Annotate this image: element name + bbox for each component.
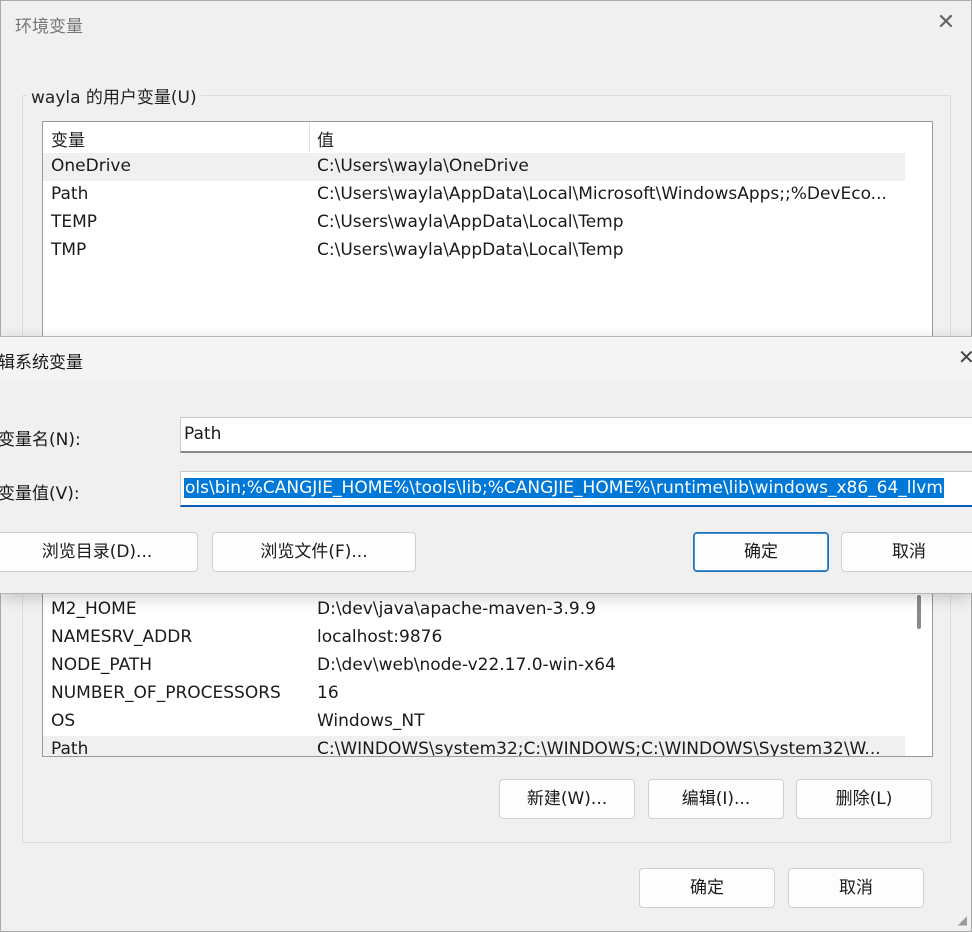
system-group-border-bottom	[22, 842, 951, 843]
browse-directory-button[interactable]: 浏览目录(D)...	[0, 532, 198, 572]
table-row[interactable]: Path C:\WINDOWS\system32;C:\WINDOWS;C:\WI…	[43, 736, 905, 757]
variable-name-cell: Path	[51, 739, 89, 757]
variable-value-cell: C:\Users\wayla\AppData\Local\Temp	[317, 240, 624, 260]
column-header-value[interactable]: 值	[317, 126, 334, 151]
variable-value-cell: C:\Users\wayla\OneDrive	[317, 156, 529, 176]
variable-name-cell: Path	[51, 184, 89, 204]
table-row[interactable]: OneDrive C:\Users\wayla\OneDrive	[43, 153, 905, 181]
variable-name-cell: NAMESRV_ADDR	[51, 627, 193, 647]
table-row[interactable]: TEMP C:\Users\wayla\AppData\Local\Temp	[43, 209, 905, 237]
variable-value-cell: C:\Users\wayla\AppData\Local\Temp	[317, 212, 624, 232]
variable-name-field[interactable]: Path	[180, 417, 972, 453]
close-icon[interactable]: ✕	[931, 9, 961, 39]
table-row[interactable]: TMP C:\Users\wayla\AppData\Local\Temp	[43, 237, 905, 265]
table-row[interactable]: M2_HOME D:\dev\java\apache-maven-3.9.9	[43, 596, 905, 624]
user-vars-list[interactable]: 变量 值 OneDrive C:\Users\wayla\OneDrive Path…	[42, 121, 933, 351]
variable-value-cell: C:\Users\wayla\AppData\Local\Microsoft\W…	[317, 184, 887, 204]
delete-button[interactable]: 删除(L)	[796, 779, 932, 819]
variable-name-cell: TMP	[51, 240, 87, 260]
system-vars-list[interactable]: M2_HOME D:\dev\java\apache-maven-3.9.9 NAM…	[42, 591, 933, 757]
variable-value-cell: Windows_NT	[317, 711, 425, 731]
variable-name-cell: NODE_PATH	[51, 655, 153, 675]
system-group-border-right	[950, 595, 951, 843]
variable-value-label: 变量值(V):	[0, 484, 80, 504]
variable-value-cell: D:\dev\java\apache-maven-3.9.9	[317, 599, 596, 619]
new-button[interactable]: 新建(W)...	[499, 779, 635, 819]
variable-name-cell: OS	[51, 711, 76, 731]
edit-system-variable-dialog: 辑系统变量 ✕ 变量名(N): Path 变量值(V): ols\bin;%CA…	[0, 336, 972, 594]
table-row[interactable]: OS Windows_NT	[43, 708, 905, 736]
table-row[interactable]: NUMBER_OF_PROCESSORS 16	[43, 680, 905, 708]
variable-name-cell: NUMBER_OF_PROCESSORS	[51, 683, 281, 703]
variable-name-cell: M2_HOME	[51, 599, 137, 619]
dialog-title: 辑系统变量	[0, 353, 83, 373]
dialog-ok-button[interactable]: 确定	[693, 532, 829, 572]
dialog-cancel-button[interactable]: 取消	[841, 532, 972, 572]
variable-value-selected-text: ols\bin;%CANGJIE_HOME%\tools\lib;%CANGJI…	[184, 478, 944, 498]
scrollbar-thumb[interactable]	[917, 595, 921, 629]
table-row[interactable]: Path C:\Users\wayla\AppData\Local\Microso…	[43, 181, 905, 209]
dialog-titlebar[interactable]: 辑系统变量 ✕	[0, 337, 972, 381]
variable-value-cell: C:\WINDOWS\system32;C:\WINDOWS;C:\WINDOW…	[317, 739, 881, 757]
table-row[interactable]: NAMESRV_ADDR localhost:9876	[43, 624, 905, 652]
main-cancel-button[interactable]: 取消	[788, 868, 924, 908]
system-vars-scrollbar[interactable]	[907, 591, 932, 756]
main-ok-button[interactable]: 确定	[639, 868, 775, 908]
variable-name-label: 变量名(N):	[0, 430, 81, 450]
column-divider[interactable]	[309, 122, 310, 152]
resize-grip-icon[interactable]: ◢	[958, 913, 967, 927]
variable-value-cell: 16	[317, 683, 339, 703]
variable-value-cell: localhost:9876	[317, 627, 443, 647]
edit-button[interactable]: 编辑(I)...	[648, 779, 784, 819]
variable-name-cell: OneDrive	[51, 156, 131, 176]
variable-name-cell: TEMP	[51, 212, 98, 232]
table-row[interactable]: NODE_PATH D:\dev\web\node-v22.17.0-win-x6…	[43, 652, 905, 680]
user-vars-group-label: wayla 的用户变量(U)	[27, 83, 201, 108]
variable-value-field[interactable]: ols\bin;%CANGJIE_HOME%\tools\lib;%CANGJI…	[180, 471, 972, 507]
column-header-variable[interactable]: 变量	[51, 126, 85, 151]
browse-file-button[interactable]: 浏览文件(F)...	[212, 532, 416, 572]
window-title: 环境变量	[15, 17, 83, 37]
system-group-border-left	[22, 595, 23, 843]
dialog-close-icon[interactable]: ✕	[958, 345, 972, 369]
variable-value-cell: D:\dev\web\node-v22.17.0-win-x64	[317, 655, 616, 675]
user-vars-list-header: 变量 值	[43, 122, 905, 152]
